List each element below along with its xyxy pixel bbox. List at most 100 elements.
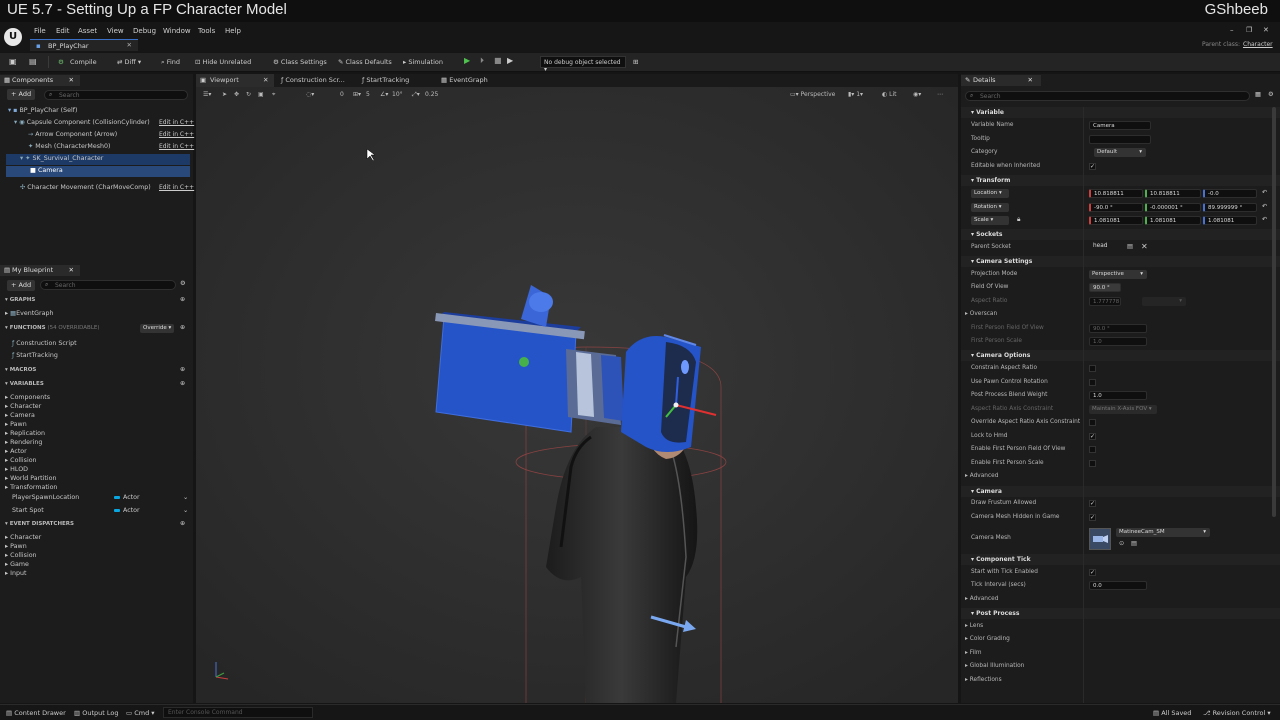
close-icon[interactable]: ✕ [127, 41, 132, 49]
mesh-hidden-checkbox[interactable]: ✓ [1089, 514, 1096, 521]
draw-frustum-checkbox[interactable]: ✓ [1089, 500, 1096, 507]
output-log-button[interactable]: ▥ Output Log [74, 709, 118, 717]
reset-icon[interactable]: ↶ [1262, 189, 1267, 196]
camera-mesh-thumbnail[interactable] [1089, 528, 1111, 550]
location-y-input[interactable]: 10.818811 [1145, 189, 1201, 198]
category-camera-options[interactable]: ▾ Camera Options [961, 350, 1280, 361]
category-camera-settings[interactable]: ▾ Camera Settings [961, 256, 1280, 267]
advanced-expander[interactable]: ▸ Advanced [965, 596, 998, 602]
graph-event-graph[interactable]: ▸ ▦EventGraph [5, 310, 53, 317]
menu-tools[interactable]: Tools [198, 27, 215, 35]
close-icon[interactable]: ✕ [69, 266, 74, 274]
category-dropdown[interactable]: Default ▾ [1094, 148, 1146, 157]
find-button[interactable]: ⌕ Find [161, 58, 180, 67]
variable-name-input[interactable]: Camera [1089, 121, 1151, 130]
gear-icon[interactable]: ⚙ [1268, 91, 1274, 98]
functions-section[interactable]: ▾ FUNCTIONS (54 OVERRIDABLE) [5, 325, 100, 331]
function-start-tracking[interactable]: ƒ StartTracking [12, 352, 58, 359]
menu-window[interactable]: Window [163, 27, 191, 35]
dispatcher-group[interactable]: ▸ Pawn [5, 542, 41, 551]
variable-group[interactable]: ▸ Components [5, 393, 57, 402]
snap-scale-value[interactable]: 0.25 [425, 91, 438, 98]
variable-group[interactable]: ▸ Collision [5, 456, 57, 465]
tooltip-input[interactable] [1089, 135, 1151, 144]
menu-asset[interactable]: Asset [78, 27, 97, 35]
blueprint-search-input[interactable]: ⌕ Search [40, 280, 176, 290]
projection-mode-dropdown[interactable]: Perspective ▾ [1089, 270, 1147, 279]
rotation-z-input[interactable]: 89.999999 ° [1203, 203, 1257, 212]
start-tick-checkbox[interactable]: ✓ [1089, 569, 1096, 576]
viewport-settings-icon[interactable]: ⋯ [937, 91, 943, 98]
variable-player-spawn-location[interactable]: PlayerSpawnLocation [12, 494, 79, 501]
tab-start-tracking[interactable]: ƒ StartTracking [362, 76, 409, 84]
scale-y-input[interactable]: 1.081081 [1145, 216, 1201, 225]
post-process-reflections[interactable]: ▸ Reflections [965, 677, 1002, 683]
use-selected-icon[interactable]: ⊙ [1119, 540, 1124, 547]
local-space-icon[interactable]: ⌖ [272, 91, 275, 99]
snap-rotate-icon[interactable]: 5 [366, 91, 370, 98]
variable-group[interactable]: ▸ Pawn [5, 420, 57, 429]
scale-dropdown[interactable]: Scale ▾ [971, 216, 1009, 225]
angle-snap-icon[interactable]: ∠▾ [380, 91, 388, 98]
prop-overscan[interactable]: ▸ Overscan [965, 311, 997, 317]
menu-view[interactable]: View [107, 27, 124, 35]
function-construction-script[interactable]: ƒ Construction Script [12, 340, 77, 347]
menu-file[interactable]: File [34, 27, 46, 35]
lock-icon[interactable]: 🔒︎ [1017, 216, 1020, 224]
aspect-ratio-input[interactable]: 1.777778 [1089, 297, 1121, 306]
add-dispatcher-icon[interactable]: ⊕ [180, 520, 185, 527]
add-function-icon[interactable]: ⊕ [180, 324, 185, 331]
snap-rotate-value[interactable]: 10° [392, 91, 403, 98]
scale-x-input[interactable]: 1.081081 [1089, 216, 1143, 225]
chevron-down-icon[interactable]: ⌄ [183, 494, 188, 501]
fp-scale-input[interactable]: 1.0 [1089, 337, 1147, 346]
clear-icon[interactable]: ✕ [1141, 242, 1148, 251]
dispatcher-group[interactable]: ▸ Character [5, 533, 41, 542]
variable-start-spot[interactable]: Start Spot [12, 507, 44, 514]
tab-components[interactable]: ▦ Components ✕ [0, 75, 80, 86]
category-component-tick[interactable]: ▾ Component Tick [961, 554, 1280, 565]
category-camera[interactable]: ▾ Camera [961, 486, 1280, 497]
eject-icon[interactable]: ▶ [507, 56, 513, 65]
category-transform[interactable]: ▾ Transform [961, 175, 1280, 186]
revision-control-button[interactable]: ⎇ Revision Control ▾ [1203, 709, 1271, 717]
details-search-input[interactable]: ⌕ Search [965, 91, 1250, 101]
variables-section[interactable]: ▾ VARIABLES [5, 381, 44, 387]
unreal-logo-icon[interactable]: U [4, 28, 22, 46]
maximize-icon[interactable]: ❐ [1246, 26, 1252, 34]
event-dispatchers-section[interactable]: ▾ EVENT DISPATCHERS [5, 521, 74, 527]
lock-hmd-checkbox[interactable]: ✓ [1089, 433, 1096, 440]
component-root[interactable]: ▾ ▪ BP_PlayChar (Self) [8, 107, 77, 114]
compile-button[interactable]: Compile [70, 58, 97, 66]
menu-help[interactable]: Help [225, 27, 241, 35]
scale-icon[interactable]: ▣ [258, 91, 264, 98]
category-sockets[interactable]: ▾ Sockets [961, 229, 1280, 240]
add-macro-icon[interactable]: ⊕ [180, 366, 185, 373]
snap-translate-value[interactable]: 0 [340, 91, 344, 98]
variable-group[interactable]: ▸ Replication [5, 429, 57, 438]
minimize-icon[interactable]: – [1230, 26, 1234, 34]
category-variable[interactable]: ▾ Variable [961, 107, 1280, 118]
post-process-lens[interactable]: ▸ Lens [965, 623, 983, 629]
rotate-icon[interactable]: ↻ [246, 91, 251, 98]
location-z-input[interactable]: -0.0 [1203, 189, 1257, 198]
viewport[interactable] [196, 87, 958, 703]
all-saved-indicator[interactable]: ▤ All Saved [1153, 709, 1191, 717]
details-scrollbar[interactable] [1272, 107, 1276, 517]
scale-z-input[interactable]: 1.081081 [1203, 216, 1257, 225]
scale-snap-icon[interactable]: ⤢▾ [412, 91, 420, 99]
use-pawn-control-checkbox[interactable] [1089, 379, 1096, 386]
rotation-y-input[interactable]: -0.000001 ° [1145, 203, 1201, 212]
enable-fp-scale-checkbox[interactable] [1089, 460, 1096, 467]
stop-icon[interactable]: ■ [494, 56, 502, 65]
browse-icon[interactable]: ▤ [29, 57, 37, 66]
variable-group[interactable]: ▸ HLOD [5, 465, 57, 474]
camera-mesh-dropdown[interactable]: MatineeCam_SM ▾ [1116, 528, 1210, 537]
grid-snap-icon[interactable]: ⊞▾ [353, 91, 361, 98]
tab-construction-script[interactable]: ƒ Construction Scr... [281, 76, 345, 84]
browse-socket-icon[interactable]: ▤ [1127, 243, 1133, 250]
snap-translate-icon[interactable]: ◌▾ [306, 91, 314, 98]
tick-interval-input[interactable]: 0.0 [1089, 581, 1147, 590]
simulation-button[interactable]: ▸ Simulation [403, 58, 443, 66]
diff-button[interactable]: ⇄ Diff ▾ [117, 58, 141, 66]
